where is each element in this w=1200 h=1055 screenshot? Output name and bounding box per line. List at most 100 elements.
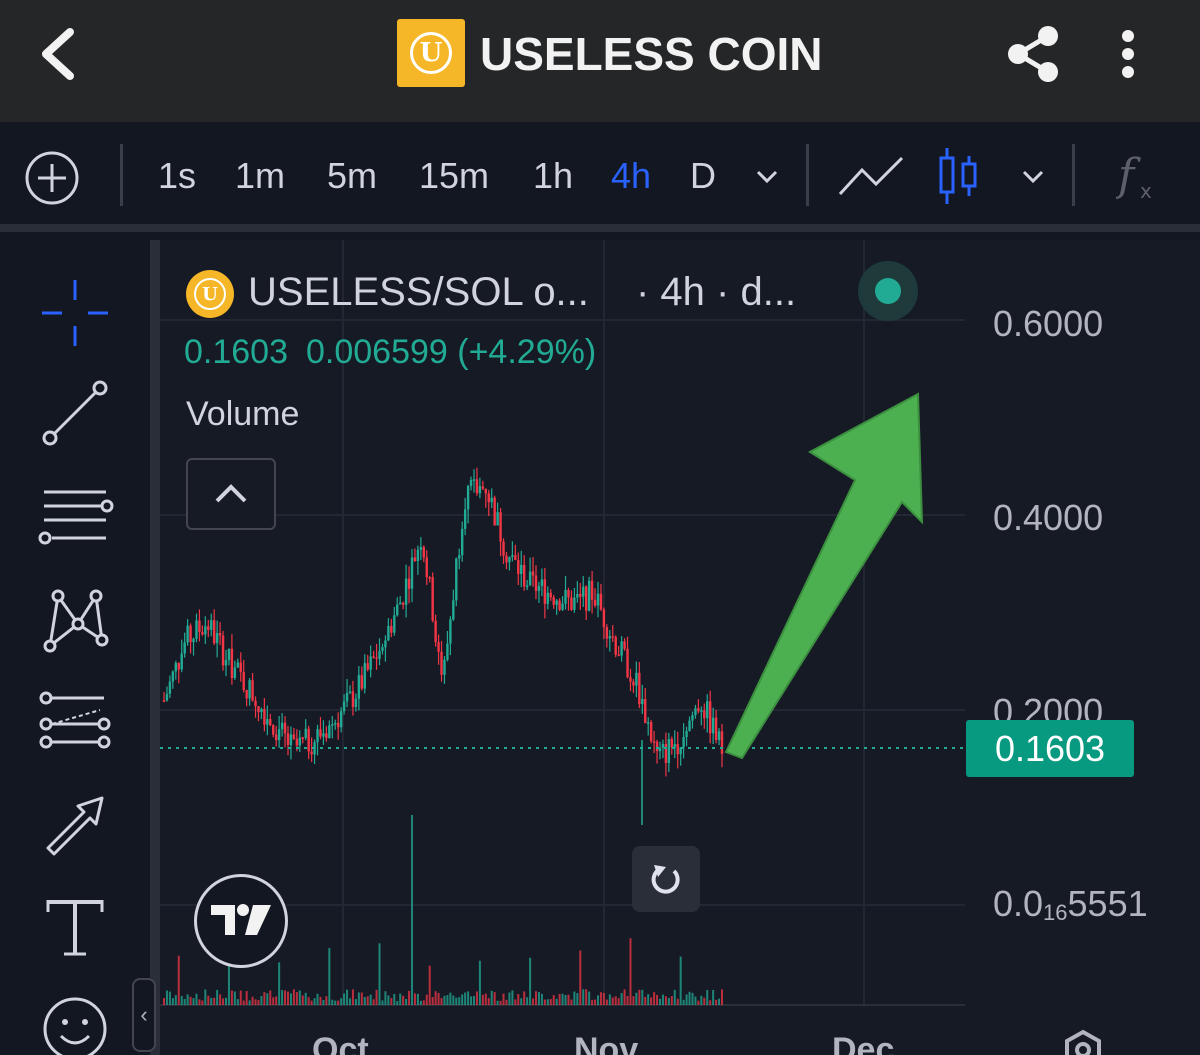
candle-body — [475, 479, 479, 494]
volume-bar — [269, 990, 272, 1005]
interval-dropdown[interactable] — [752, 162, 782, 197]
price-axis-label-small: 0.0165551 — [993, 884, 1148, 933]
chart-type-candles-button[interactable] — [936, 146, 980, 211]
volume-bar — [186, 994, 189, 1005]
candle-body — [316, 729, 319, 743]
volume-bar — [697, 1000, 700, 1005]
volume-bar — [537, 991, 540, 1005]
candle-body — [245, 690, 248, 699]
share-icon — [1008, 26, 1058, 82]
forecast-tool[interactable] — [30, 676, 120, 766]
fib-retracement-tool[interactable] — [30, 472, 120, 562]
add-symbol-button[interactable] — [24, 150, 80, 211]
small-label-suffix: 5551 — [1067, 883, 1148, 924]
candle-body — [301, 737, 304, 740]
volume-bar — [641, 989, 644, 1005]
volume-bar — [502, 993, 505, 1005]
market-status-indicator[interactable] — [858, 261, 918, 321]
crosshair-icon — [42, 280, 108, 346]
candle-body — [599, 593, 603, 610]
candle-body — [576, 593, 579, 598]
candle-body — [629, 677, 632, 682]
volume-bar — [378, 943, 381, 1005]
volume-bar — [399, 993, 402, 1005]
volume-bar — [703, 997, 706, 1005]
interval-D[interactable]: D — [690, 152, 716, 200]
volume-bar — [611, 997, 614, 1005]
candle-body — [387, 625, 390, 641]
volume-bar — [602, 992, 605, 1005]
volume-bar — [508, 992, 511, 1005]
candle-body — [251, 680, 254, 701]
volume-bar — [351, 989, 354, 1005]
volume-bar — [564, 994, 567, 1005]
sidebar-collapse-handle[interactable]: ‹ — [132, 978, 156, 1052]
volume-bar — [284, 990, 287, 1005]
time-axis-label: Nov — [574, 1031, 639, 1055]
candle-body — [708, 701, 712, 734]
candle-body — [378, 650, 381, 659]
up-arrow-annotation — [724, 392, 924, 760]
legend-symbol[interactable]: USELESS/SOL o... — [248, 268, 589, 316]
volume-bar — [614, 996, 617, 1005]
reset-chart-button[interactable] — [632, 846, 700, 912]
share-button[interactable] — [1000, 22, 1064, 86]
candle-body — [428, 577, 431, 579]
candle-body — [212, 620, 216, 644]
candle-body — [717, 731, 721, 740]
candle-body — [345, 692, 349, 702]
volume-bar — [523, 991, 526, 1005]
candle-body — [425, 557, 428, 578]
chart-type-line-button[interactable] — [836, 152, 906, 207]
volume-bar — [443, 995, 446, 1005]
more-options-button[interactable] — [1108, 22, 1148, 86]
emoji-tool[interactable] — [30, 984, 120, 1055]
candle-body — [422, 547, 426, 558]
interval-15m[interactable]: 15m — [419, 152, 489, 200]
current-price-tag: 0.1603 — [966, 720, 1134, 777]
interval-4h[interactable]: 4h — [611, 152, 651, 200]
line-chart-icon — [838, 156, 904, 196]
interval-1s[interactable]: 1s — [158, 152, 196, 200]
volume-bar — [408, 990, 411, 1005]
arrow-tool[interactable] — [30, 780, 120, 870]
volume-bar — [213, 997, 216, 1005]
chart-settings-button[interactable] — [1058, 1026, 1108, 1055]
volume-bar — [576, 993, 579, 1005]
volume-bar — [629, 938, 632, 1005]
candle-body — [508, 556, 511, 563]
interval-1m[interactable]: 1m — [235, 152, 285, 200]
coin-logo: U — [397, 19, 465, 87]
legend-change: 0.006599 (+4.29%) — [306, 333, 597, 371]
interval-5m[interactable]: 5m — [327, 152, 377, 200]
volume-bar — [517, 994, 520, 1005]
candle-body — [369, 656, 372, 670]
candle-body — [670, 739, 674, 748]
volume-bar — [664, 996, 667, 1005]
candle-body — [463, 509, 467, 529]
candle-body — [292, 734, 296, 739]
chart-type-dropdown[interactable] — [1018, 162, 1048, 197]
collapse-legend-button[interactable] — [186, 458, 276, 530]
pattern-tool[interactable] — [30, 574, 120, 664]
candle-body — [319, 729, 322, 737]
candle-body — [221, 635, 225, 666]
time-axis-label: Oct — [312, 1031, 369, 1055]
candle-body — [363, 663, 366, 689]
function-fx-icon: f x — [1115, 150, 1152, 203]
candle-body — [703, 710, 706, 719]
volume-bar — [484, 993, 487, 1005]
volume-bar — [605, 999, 608, 1005]
text-t-icon — [46, 900, 104, 956]
back-button[interactable] — [30, 22, 90, 86]
candle-body — [443, 659, 446, 675]
volume-bar — [635, 992, 638, 1005]
indicators-button[interactable]: f x — [1115, 148, 1166, 209]
trend-line-tool[interactable] — [30, 368, 120, 458]
volume-indicator-label[interactable]: Volume — [186, 392, 299, 436]
interval-1h[interactable]: 1h — [533, 152, 573, 200]
candle-body — [325, 733, 328, 739]
crosshair-tool[interactable] — [30, 268, 120, 358]
tradingview-logo[interactable] — [194, 874, 288, 968]
text-tool[interactable] — [30, 882, 120, 972]
